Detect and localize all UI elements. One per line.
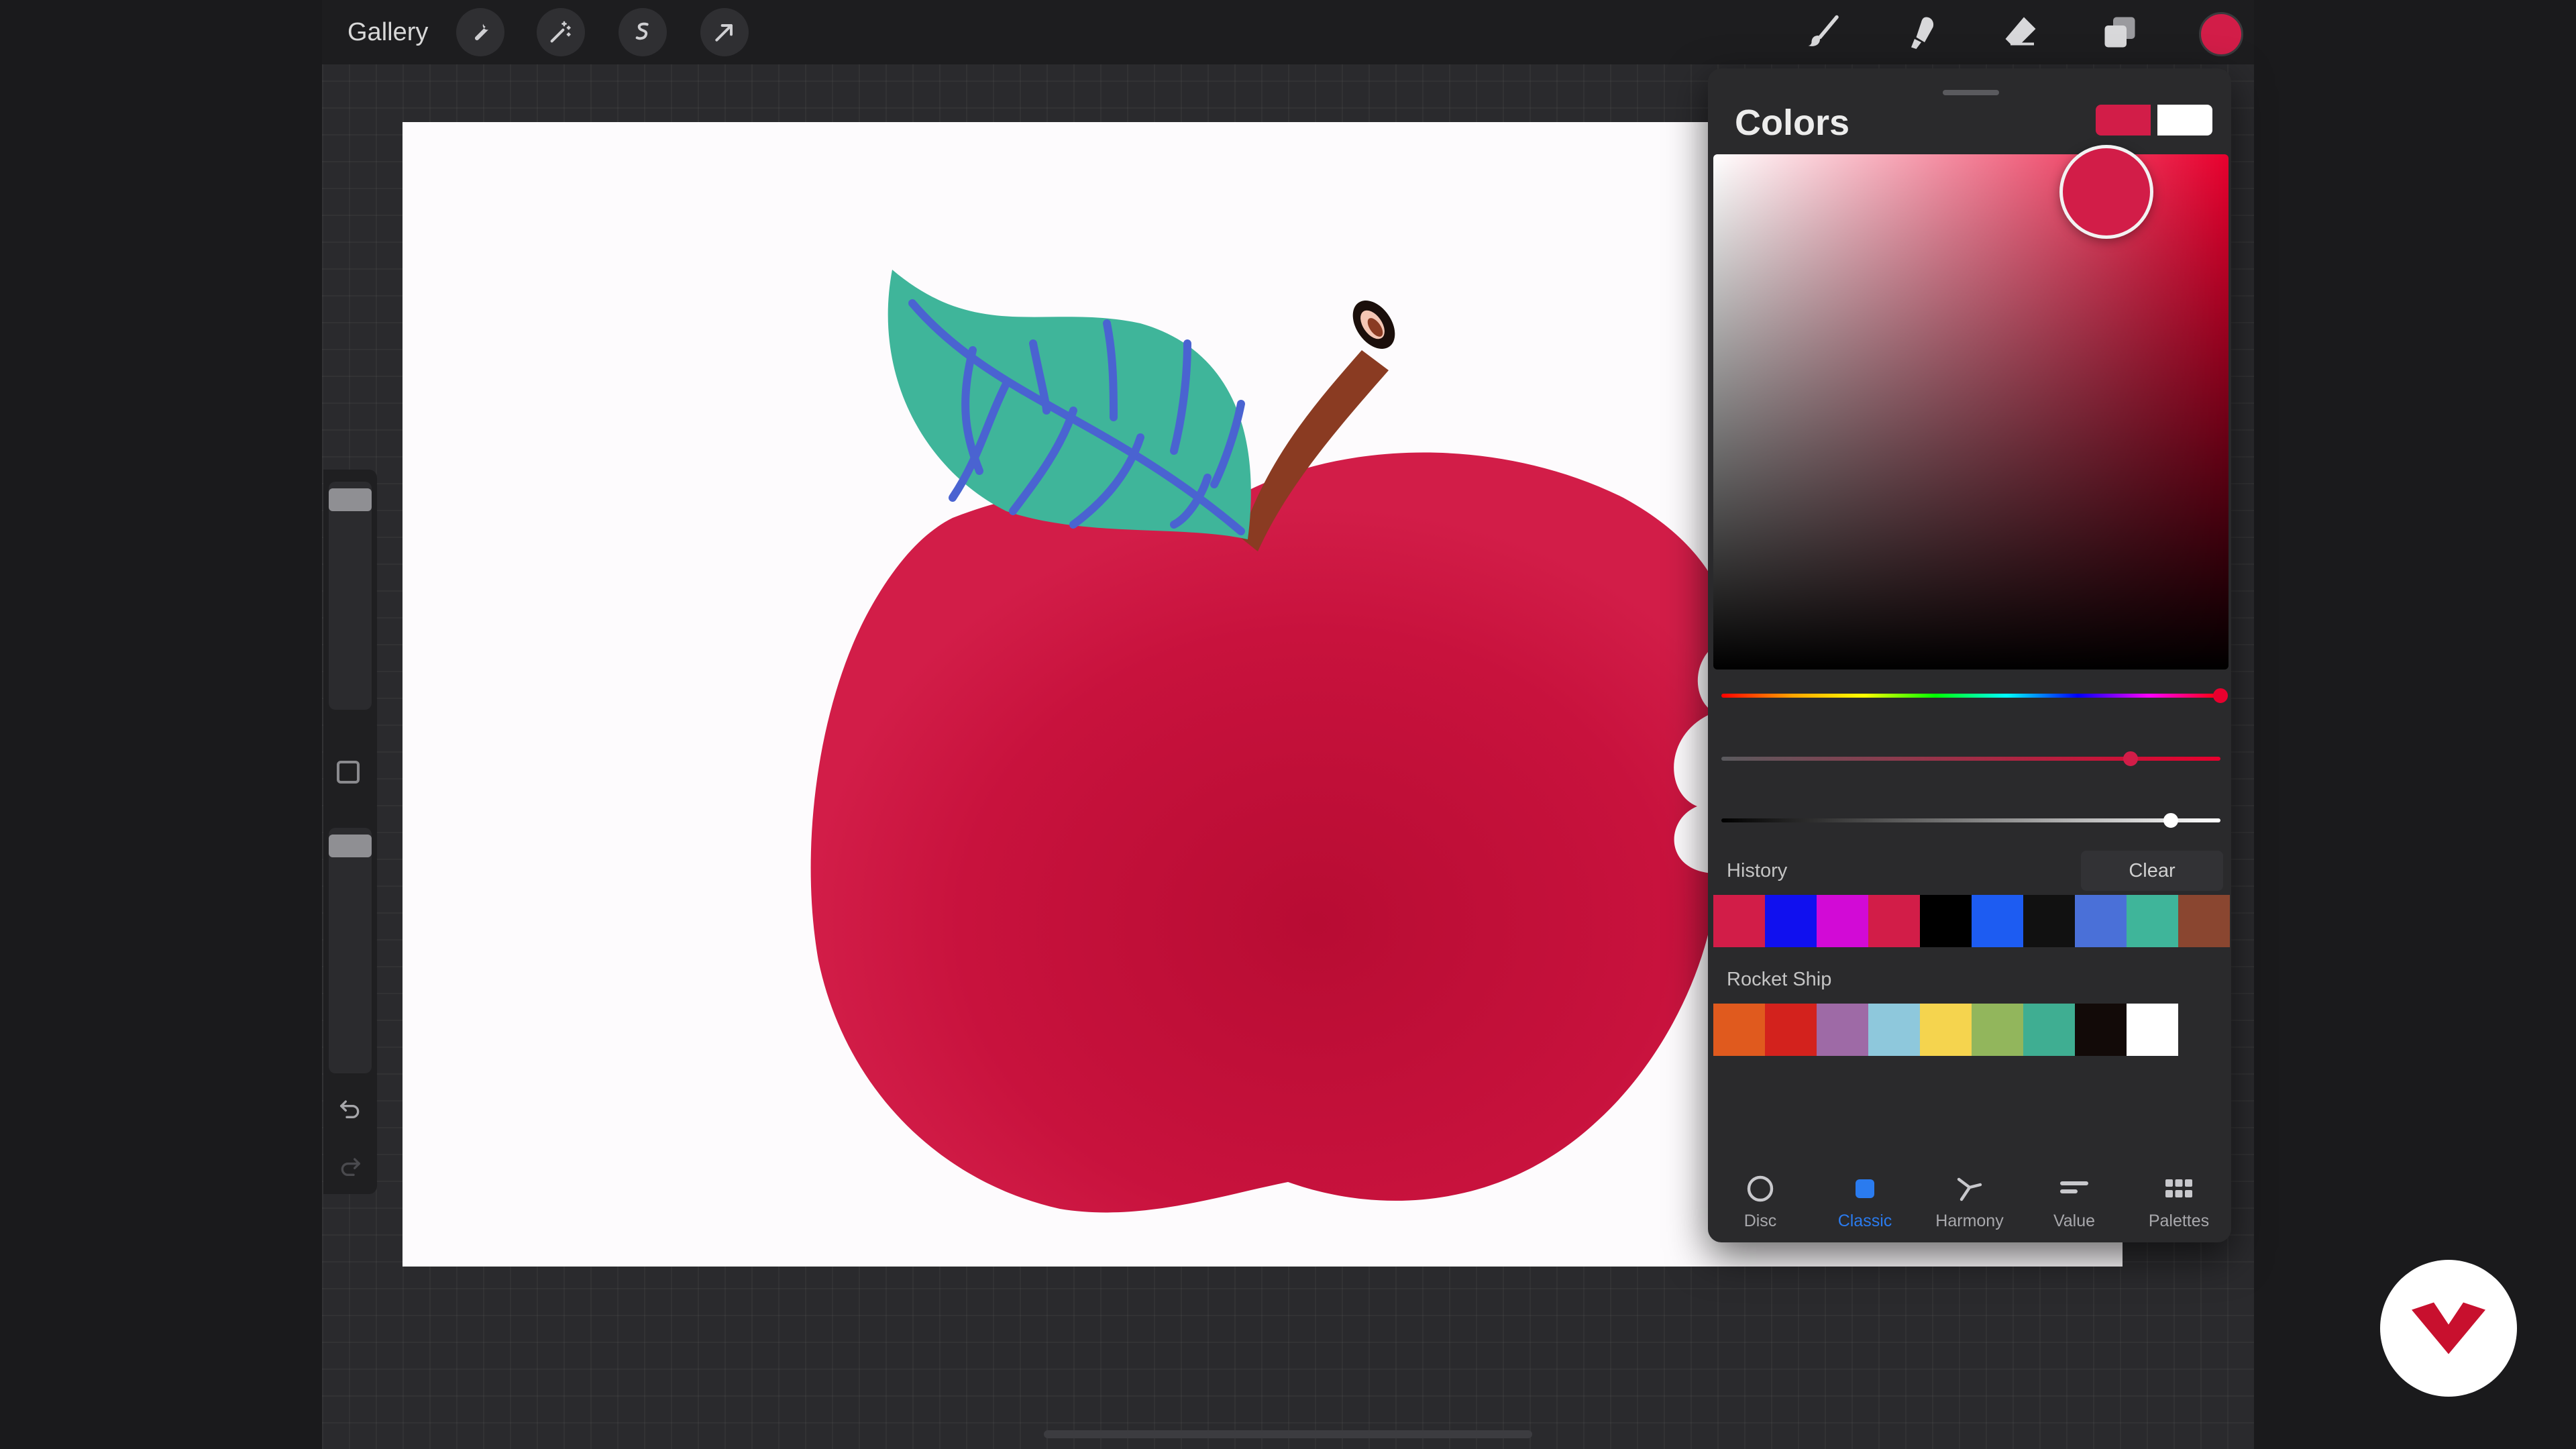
history-swatch-1[interactable] — [1713, 895, 1765, 947]
brush-size-slider[interactable] — [329, 482, 372, 710]
watermark-logo — [2380, 1260, 2517, 1397]
eraser-tool-button[interactable] — [1996, 8, 2045, 56]
saturation-slider[interactable] — [1721, 757, 2220, 761]
tab-disc[interactable]: Disc — [1708, 1161, 1813, 1242]
palette-swatch-1[interactable] — [1713, 1004, 1765, 1056]
history-swatch-4[interactable] — [1868, 895, 1920, 947]
history-swatch-10[interactable] — [2178, 895, 2230, 947]
classic-square-icon — [1856, 1179, 1874, 1198]
opacity-handle[interactable] — [329, 835, 372, 857]
panel-grabber[interactable] — [1943, 90, 1999, 95]
tab-value[interactable]: Value — [2022, 1161, 2127, 1242]
smudge-tool-button[interactable] — [1897, 8, 1945, 56]
history-swatches — [1713, 895, 2230, 947]
brightness-slider-knob[interactable] — [2163, 813, 2178, 828]
wrench-icon — [474, 23, 489, 41]
actions-button[interactable] — [456, 8, 504, 56]
color-picker-handle[interactable] — [2059, 145, 2153, 239]
palette-swatch-3[interactable] — [1817, 1004, 1868, 1056]
hue-slider-knob[interactable] — [2213, 688, 2228, 703]
palette-swatch-2[interactable] — [1765, 1004, 1817, 1056]
saturation-brightness-picker[interactable] — [1713, 154, 2229, 669]
history-swatch-7[interactable] — [2023, 895, 2075, 947]
letterbox-right — [2254, 0, 2576, 1449]
palette-swatch-6[interactable] — [1972, 1004, 2023, 1056]
tab-palettes[interactable]: Palettes — [2127, 1161, 2231, 1242]
palette-name: Rocket Ship — [1727, 969, 1832, 990]
current-color-button[interactable] — [2199, 12, 2243, 56]
saturation-slider-knob[interactable] — [2123, 751, 2139, 766]
colors-panel-title: Colors — [1735, 103, 1850, 143]
disc-icon — [1747, 1175, 1774, 1202]
palette-swatch-8[interactable] — [2075, 1004, 2127, 1056]
logo-chevron-icon — [2412, 1302, 2485, 1354]
value-sliders-icon — [2060, 1181, 2088, 1193]
palette-swatches — [1713, 1004, 2178, 1056]
history-swatch-5[interactable] — [1920, 895, 1972, 947]
palette-swatch-4[interactable] — [1868, 1004, 1920, 1056]
brush-tool-button[interactable] — [1799, 8, 1847, 56]
magic-wand-icon — [550, 21, 571, 43]
letterbox-left — [0, 0, 322, 1449]
transform-button[interactable] — [700, 8, 749, 56]
palette-swatch-5[interactable] — [1920, 1004, 1972, 1056]
secondary-color-swatch[interactable] — [2157, 105, 2212, 136]
layers-button[interactable] — [2096, 8, 2144, 56]
harmony-icon — [1957, 1177, 1982, 1201]
selection-s-icon — [635, 22, 649, 40]
apple-body — [810, 452, 1728, 1213]
tab-label: Classic — [1837, 1212, 1892, 1230]
tab-label: Harmony — [1935, 1212, 2004, 1230]
tab-classic[interactable]: Classic — [1813, 1161, 1917, 1242]
gallery-button[interactable]: Gallery — [347, 15, 428, 50]
top-toolbar — [322, 0, 2254, 64]
eraser-icon — [2005, 17, 2036, 46]
brush-icon — [1808, 15, 1839, 46]
adjustments-button[interactable] — [537, 8, 585, 56]
transform-arrow-icon — [715, 24, 733, 42]
undo-icon[interactable] — [337, 1095, 364, 1122]
palette-swatch-7[interactable] — [2023, 1004, 2075, 1056]
opacity-slider[interactable] — [329, 828, 372, 1073]
brightness-slider[interactable] — [1721, 818, 2220, 822]
history-swatch-8[interactable] — [2075, 895, 2127, 947]
modify-button[interactable] — [337, 761, 360, 784]
history-swatch-2[interactable] — [1765, 895, 1817, 947]
smudge-icon — [1911, 17, 1934, 49]
brush-size-handle[interactable] — [329, 488, 372, 511]
layers-icon — [2104, 17, 2135, 48]
home-indicator[interactable] — [1044, 1430, 1532, 1438]
tab-harmony[interactable]: Harmony — [1917, 1161, 2022, 1242]
hue-slider[interactable] — [1721, 694, 2220, 698]
clear-history-button[interactable]: Clear — [2081, 851, 2223, 891]
primary-color-swatch[interactable] — [2096, 105, 2151, 136]
palettes-grid-icon — [2165, 1179, 2192, 1197]
history-swatch-9[interactable] — [2127, 895, 2178, 947]
history-swatch-3[interactable] — [1817, 895, 1868, 947]
color-mode-tabs: Disc Classic Harmony Value Palettes — [1708, 1161, 2231, 1242]
tab-label: Palettes — [2148, 1212, 2210, 1230]
redo-icon[interactable] — [337, 1152, 364, 1179]
palette-swatch-9[interactable] — [2127, 1004, 2178, 1056]
tab-label: Value — [2053, 1212, 2096, 1230]
selection-button[interactable] — [619, 8, 667, 56]
history-label: History — [1727, 860, 1788, 881]
tab-label: Disc — [1743, 1212, 1777, 1230]
history-swatch-6[interactable] — [1972, 895, 2023, 947]
